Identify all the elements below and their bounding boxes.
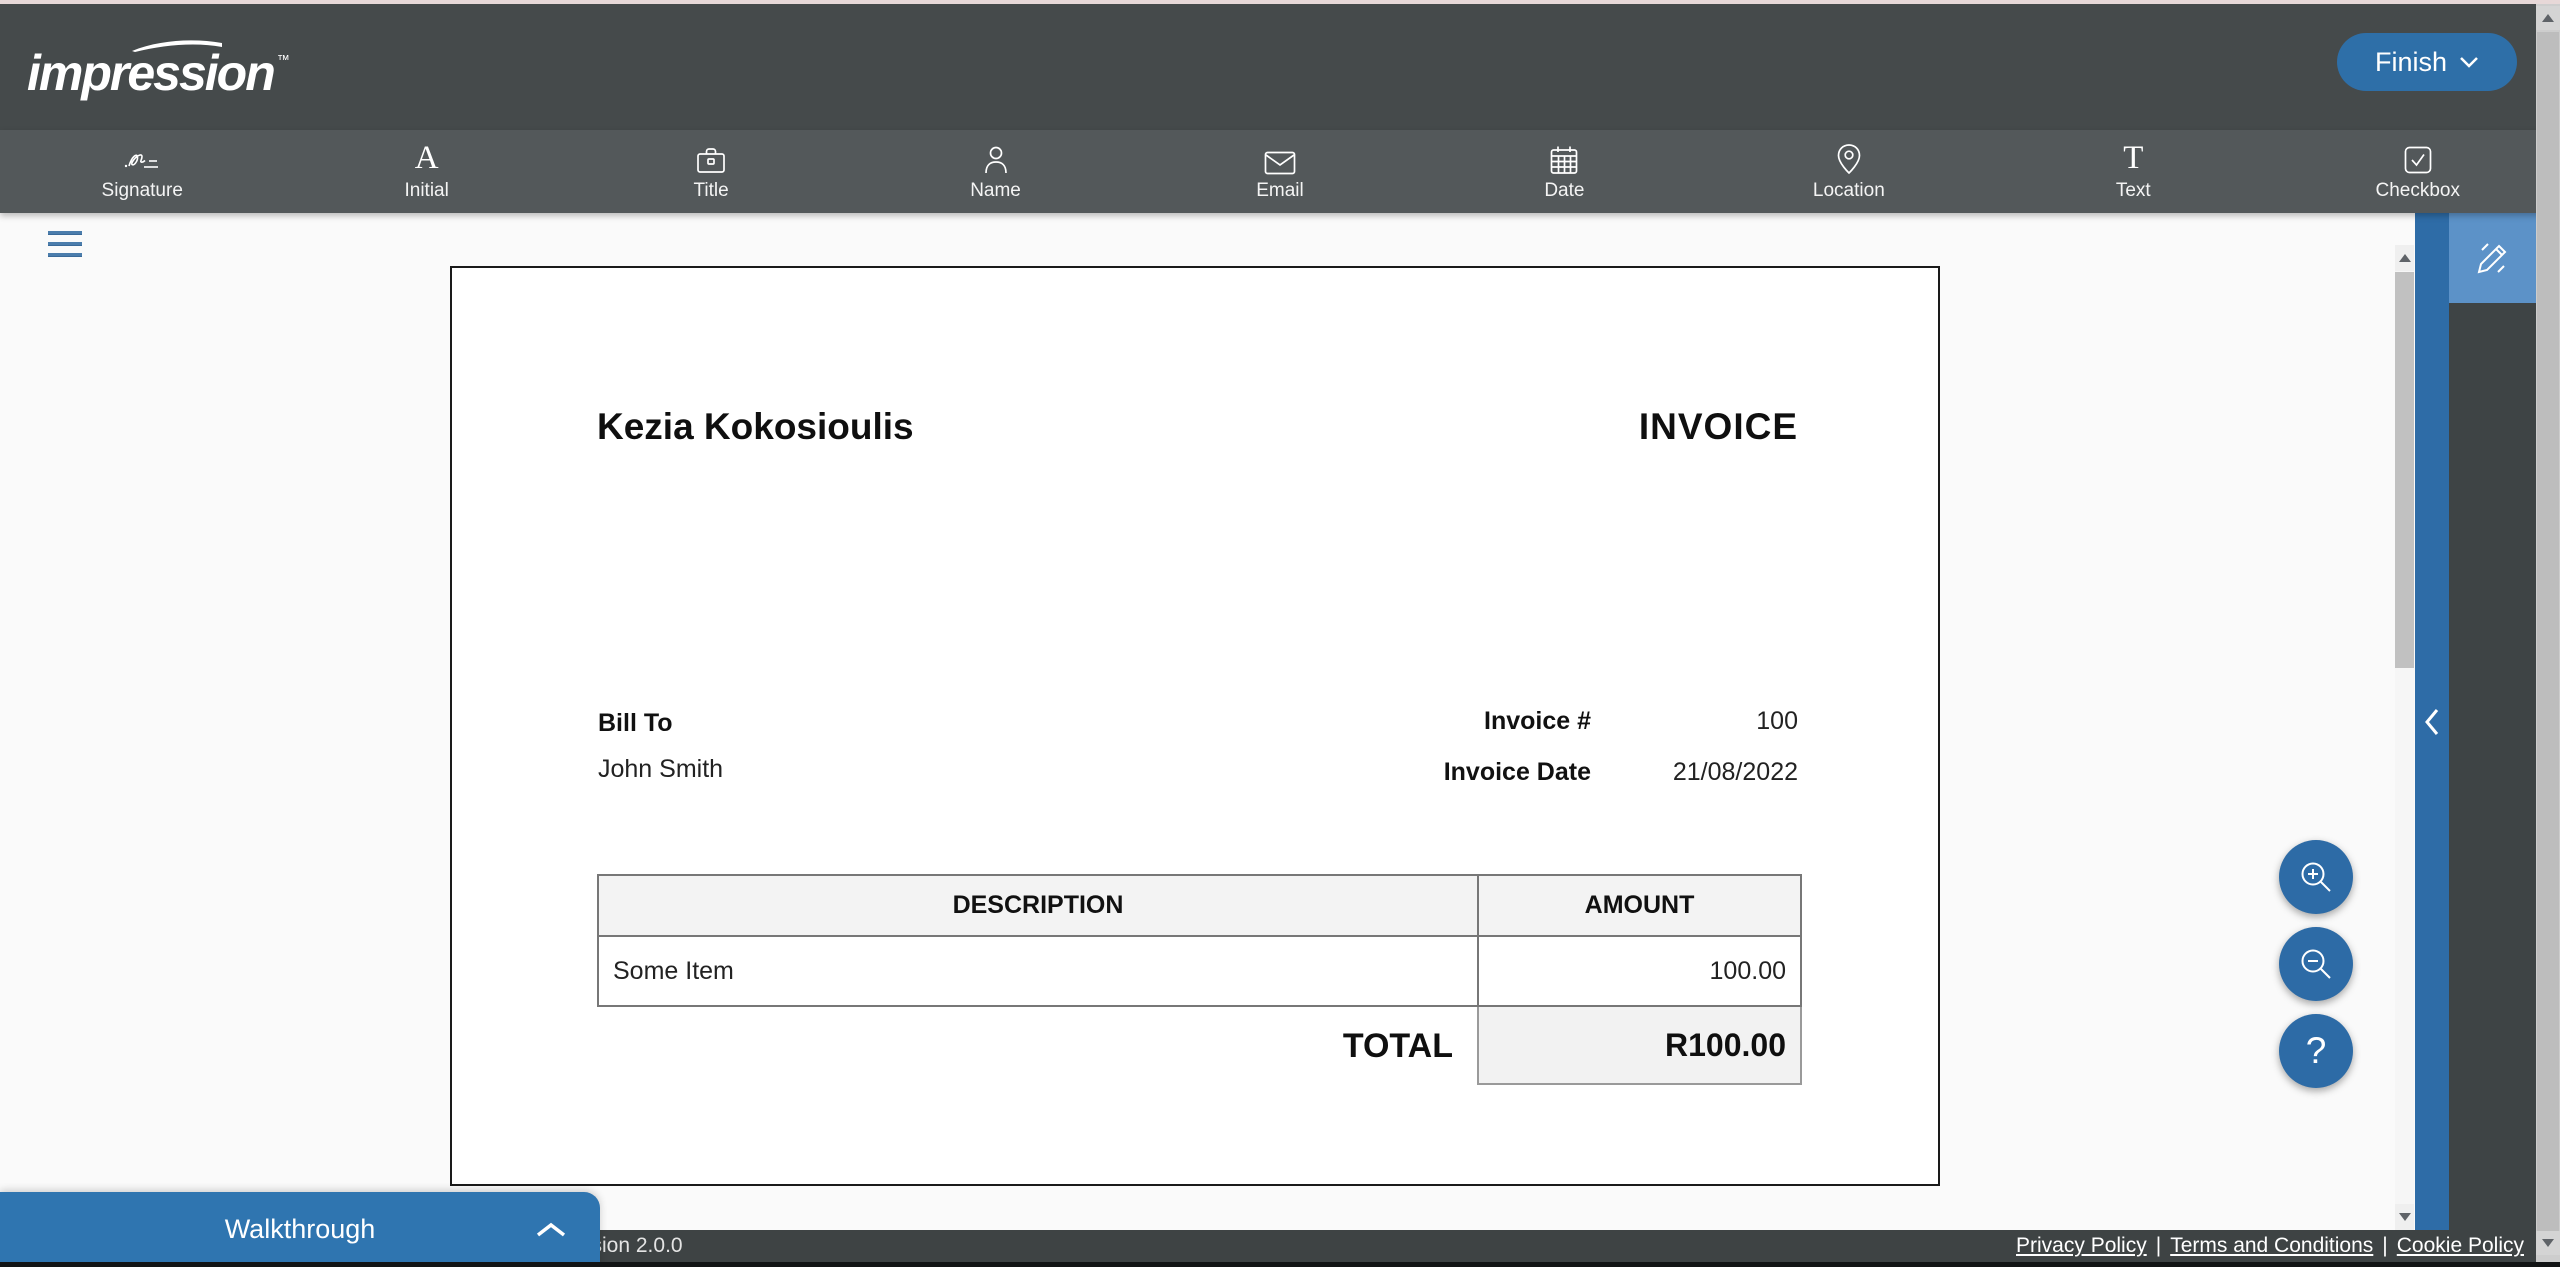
finish-button-label: Finish xyxy=(2375,47,2447,78)
checkbox-icon xyxy=(2403,141,2433,175)
cookie-policy-link[interactable]: Cookie Policy xyxy=(2397,1234,2524,1258)
tool-label: Checkbox xyxy=(2375,180,2460,202)
table-header-row: DESCRIPTION AMOUNT xyxy=(597,874,1802,937)
initial-icon: A xyxy=(415,141,439,175)
zoom-out-icon xyxy=(2297,945,2335,983)
tool-label: Text xyxy=(2116,180,2151,202)
tool-label: Name xyxy=(970,180,1021,202)
tool-title[interactable]: Title xyxy=(569,130,853,213)
window-scroll-up-arrow[interactable] xyxy=(2536,6,2560,30)
tool-signature[interactable]: Signature xyxy=(0,130,284,213)
total-label: TOTAL xyxy=(597,1007,1477,1085)
envelope-icon xyxy=(1264,141,1296,175)
bill-to-label: Bill To xyxy=(598,709,673,738)
tool-date[interactable]: Date xyxy=(1422,130,1706,213)
walkthrough-tray[interactable]: Walkthrough xyxy=(0,1192,600,1267)
tool-label: Location xyxy=(1813,180,1885,202)
privacy-policy-link[interactable]: Privacy Policy xyxy=(2016,1234,2147,1258)
impression-logo: impression™ xyxy=(27,30,290,103)
scroll-up-arrow[interactable] xyxy=(2395,245,2414,271)
help-button[interactable]: ? xyxy=(2279,1014,2353,1088)
zoom-in-icon xyxy=(2297,858,2335,896)
legal-links: Privacy Policy | Terms and Conditions | … xyxy=(2016,1234,2524,1258)
tool-initial[interactable]: A Initial xyxy=(284,130,568,213)
person-icon xyxy=(981,141,1011,175)
pencil-design-icon xyxy=(2472,237,2514,279)
tool-email[interactable]: Email xyxy=(1138,130,1422,213)
walkthrough-label: Walkthrough xyxy=(225,1214,376,1245)
description-column-header: DESCRIPTION xyxy=(599,876,1479,935)
item-amount-cell: 100.00 xyxy=(1479,937,1800,1005)
invoice-page: Kezia Kokosioulis INVOICE Bill To John S… xyxy=(450,266,1940,1186)
chevron-down-icon xyxy=(2459,56,2479,69)
scroll-down-arrow[interactable] xyxy=(2395,1204,2414,1230)
table-row: Some Item 100.00 xyxy=(597,937,1802,1007)
menu-hamburger-icon[interactable] xyxy=(48,231,82,264)
briefcase-icon xyxy=(695,141,727,175)
tool-text[interactable]: T Text xyxy=(1991,130,2275,213)
app-window: impression™ Finish Signature xyxy=(0,0,2560,1267)
tool-label: Date xyxy=(1544,180,1584,202)
bill-to-name: John Smith xyxy=(598,755,723,784)
right-side-panel xyxy=(2449,213,2536,1230)
panel-collapse-rail[interactable] xyxy=(2415,213,2449,1230)
document-canvas: Kezia Kokosioulis INVOICE Bill To John S… xyxy=(0,213,2560,1230)
invoice-date-label: Invoice Date xyxy=(1444,758,1591,787)
app-header: impression™ Finish xyxy=(0,4,2560,130)
table-total-row: TOTAL R100.00 xyxy=(597,1007,1802,1085)
link-separator: | xyxy=(2382,1234,2387,1258)
logo-text: impression xyxy=(27,45,274,101)
chevron-up-icon xyxy=(534,1221,568,1239)
calendar-icon xyxy=(1549,141,1579,175)
window-bottom-edge xyxy=(0,1262,2560,1267)
finish-button[interactable]: Finish xyxy=(2337,33,2517,91)
design-tool-tab[interactable] xyxy=(2449,213,2536,303)
invoice-number-row: Invoice # 100 xyxy=(1444,707,1798,736)
window-scroll-down-arrow[interactable] xyxy=(2536,1231,2560,1255)
signature-icon xyxy=(124,141,160,175)
invoice-date-row: Invoice Date 21/08/2022 xyxy=(1444,758,1798,787)
invoice-number-label: Invoice # xyxy=(1484,707,1591,736)
zoom-out-button[interactable] xyxy=(2279,927,2353,1001)
window-top-edge xyxy=(0,0,2560,4)
document-scrollbar[interactable] xyxy=(2395,245,2414,1230)
window-scrollbar[interactable] xyxy=(2536,4,2560,1262)
total-amount-cell: R100.00 xyxy=(1477,1007,1802,1085)
amount-column-header: AMOUNT xyxy=(1479,876,1800,935)
document-type-title: INVOICE xyxy=(1639,406,1798,448)
tool-location[interactable]: Location xyxy=(1707,130,1991,213)
invoice-number-value: 100 xyxy=(1591,707,1798,736)
map-pin-icon xyxy=(1836,141,1862,175)
tool-label: Initial xyxy=(404,180,448,202)
fields-toolbar: Signature A Initial Title xyxy=(0,130,2560,213)
tool-name[interactable]: Name xyxy=(853,130,1137,213)
window-scrollbar-thumb[interactable] xyxy=(2537,32,2559,1232)
chevron-left-icon xyxy=(2423,706,2441,738)
tool-label: Email xyxy=(1256,180,1304,202)
floating-controls: ? xyxy=(2279,840,2353,1101)
item-description-cell: Some Item xyxy=(599,937,1479,1005)
zoom-in-button[interactable] xyxy=(2279,840,2353,914)
line-items-table: DESCRIPTION AMOUNT Some Item 100.00 TOTA… xyxy=(597,874,1802,1085)
invoice-date-value: 21/08/2022 xyxy=(1591,758,1798,787)
tool-label: Title xyxy=(693,180,728,202)
terms-and-conditions-link[interactable]: Terms and Conditions xyxy=(2170,1234,2373,1258)
text-icon: T xyxy=(2123,141,2143,175)
invoice-meta: Invoice # 100 Invoice Date 21/08/2022 xyxy=(1444,707,1798,809)
logo-swoosh-icon xyxy=(131,38,223,52)
tool-label: Signature xyxy=(102,180,183,202)
link-separator: | xyxy=(2156,1234,2161,1258)
tool-checkbox[interactable]: Checkbox xyxy=(2276,130,2560,213)
document-scrollbar-thumb[interactable] xyxy=(2395,272,2414,668)
question-mark-icon: ? xyxy=(2306,1030,2327,1072)
logo-trademark: ™ xyxy=(277,52,290,67)
sender-name: Kezia Kokosioulis xyxy=(597,406,914,448)
